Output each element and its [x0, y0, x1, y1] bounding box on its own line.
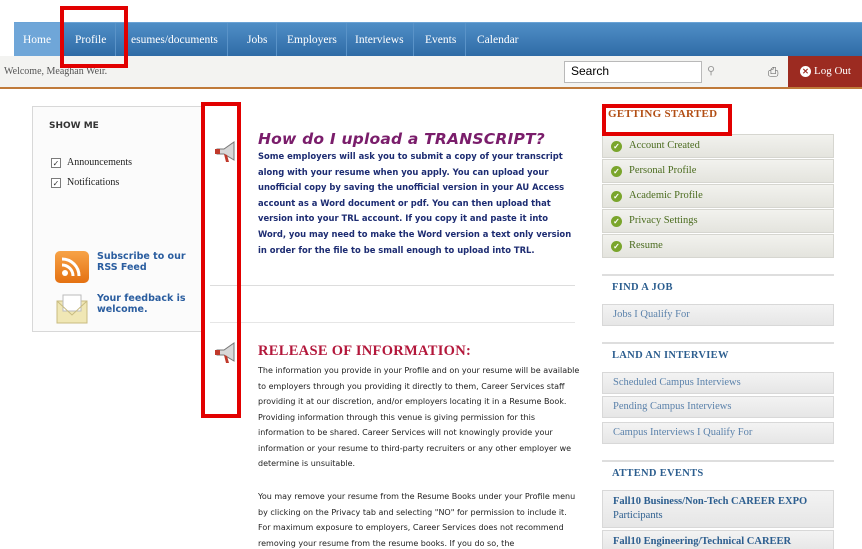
event-name: Fall10 Business/Non-Tech CAREER EXPO	[613, 496, 808, 507]
checkmark-icon: ✓	[611, 191, 622, 202]
step-personal-profile[interactable]: ✓ Personal Profile	[602, 159, 834, 183]
highlight-profile	[60, 6, 128, 68]
step-resume[interactable]: ✓ Resume	[602, 234, 834, 258]
step-privacy-settings[interactable]: ✓ Privacy Settings	[602, 209, 834, 233]
rss-feed-link[interactable]: Subscribe to our RSS Feed	[97, 251, 197, 273]
search-icon[interactable]: ⚲	[704, 64, 718, 78]
qualify-interviews-link[interactable]: Campus Interviews I Qualify For	[602, 422, 834, 444]
feedback-link[interactable]: Your feedback is welcome.	[97, 293, 197, 315]
tab-interviews[interactable]: Interviews	[346, 23, 414, 57]
scheduled-interviews-link[interactable]: Scheduled Campus Interviews	[602, 372, 834, 394]
logout-label: Log Out	[814, 65, 851, 77]
tab-jobs[interactable]: Jobs	[238, 23, 278, 57]
search-input[interactable]: Search	[564, 61, 702, 83]
event-name: Fall10 Engineering/Technical CAREER	[613, 536, 792, 547]
tab-home[interactable]: Home	[14, 23, 62, 57]
checkmark-icon: ✓	[611, 141, 622, 152]
checkmark-icon: ✓	[611, 216, 622, 227]
pending-interviews-link[interactable]: Pending Campus Interviews	[602, 396, 834, 418]
checkmark-icon: ✓	[611, 241, 622, 252]
welcome-bar: Welcome, Meaghan Weir. Search ⚲ ⎙ ? ✕ Lo…	[0, 56, 862, 89]
main-nav: Home Profile esumes/documents Jobs Emplo…	[14, 22, 862, 57]
logout-button[interactable]: ✕ Log Out	[788, 56, 862, 87]
jobs-i-qualify-link[interactable]: Jobs I Qualify For	[602, 304, 834, 326]
event-participants: Participants	[613, 510, 663, 521]
step-label: Account Created	[629, 140, 700, 151]
find-job-heading: FIND A JOB	[602, 274, 834, 293]
filter-label: Announcements	[67, 157, 132, 168]
tab-employers[interactable]: Employers	[278, 23, 347, 57]
article-body: Some employers will ask you to submit a …	[258, 151, 572, 255]
checkmark-icon: ✓	[611, 166, 622, 177]
announcement-release-info: RELEASE OF INFORMATION: The information …	[210, 322, 579, 549]
event-business-expo[interactable]: Fall10 Business/Non-Tech CAREER EXPO Par…	[602, 490, 834, 528]
step-account-created[interactable]: ✓ Account Created	[602, 134, 834, 158]
event-engineering-expo[interactable]: Fall10 Engineering/Technical CAREER	[602, 530, 834, 549]
article-body: The information you provide in your Prof…	[258, 366, 580, 468]
envelope-icon[interactable]	[55, 293, 89, 325]
article-body-continued: You may remove your resume from the Resu…	[258, 492, 576, 548]
show-me-panel: SHOW ME ✓ Announcements ✓ Notifications Su…	[32, 106, 202, 332]
close-icon: ✕	[800, 66, 811, 77]
print-icon[interactable]: ⎙	[768, 65, 778, 80]
highlight-getting-started	[602, 104, 732, 136]
article-title: How do I upload a TRANSCRIPT?	[258, 130, 545, 148]
tab-events[interactable]: Events	[416, 23, 467, 57]
step-label: Personal Profile	[629, 165, 697, 176]
checkbox-notifications[interactable]: ✓	[51, 177, 61, 188]
step-label: Resume	[629, 240, 663, 251]
step-label: Privacy Settings	[629, 215, 698, 226]
land-interview-heading: LAND AN INTERVIEW	[602, 342, 834, 361]
step-academic-profile[interactable]: ✓ Academic Profile	[602, 184, 834, 208]
tab-resumes-documents[interactable]: esumes/documents	[122, 23, 228, 57]
rss-icon[interactable]	[55, 251, 89, 283]
tab-calendar[interactable]: Calendar	[468, 23, 528, 57]
filter-notifications[interactable]: ✓ Notifications	[51, 177, 119, 188]
checkbox-announcements[interactable]: ✓	[51, 157, 61, 168]
highlight-megaphones	[201, 102, 241, 418]
filter-announcements[interactable]: ✓ Announcements	[51, 157, 132, 168]
filter-label: Notifications	[67, 177, 120, 188]
article-title: RELEASE OF INFORMATION:	[258, 343, 472, 359]
step-label: Academic Profile	[629, 190, 703, 201]
show-me-heading: SHOW ME	[49, 121, 99, 131]
attend-events-heading: ATTEND EVENTS	[602, 460, 834, 479]
announcement-transcript: How do I upload a TRANSCRIPT? Some emplo…	[210, 108, 575, 286]
